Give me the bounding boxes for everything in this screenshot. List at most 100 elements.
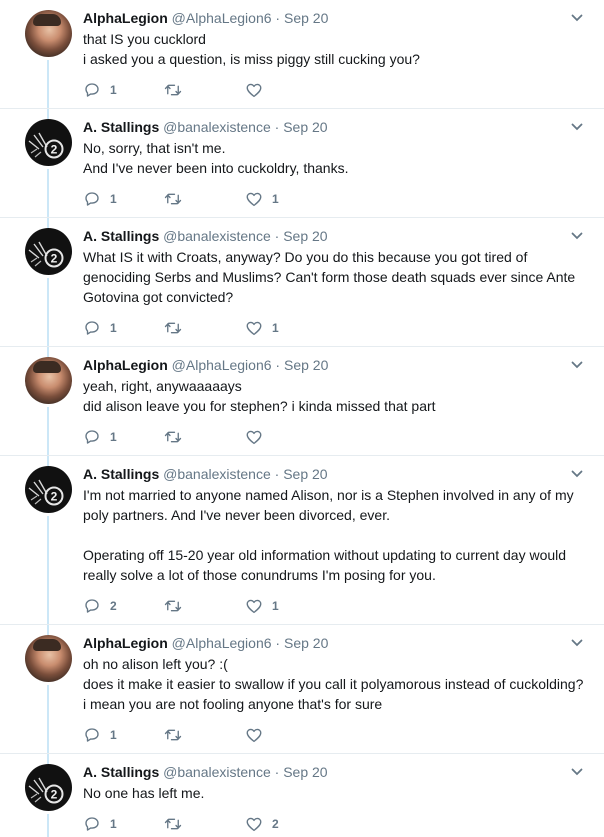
retweet-button[interactable] (163, 814, 192, 834)
tweet-text: oh no alison left you? :( does it make it… (83, 654, 588, 714)
tweet-text-line: oh no alison left you? :( (83, 656, 228, 672)
like-button[interactable]: 1 (245, 596, 279, 616)
tweet[interactable]: 2 A. Stallings @banalexistence · Sep 20 Wh… (0, 218, 604, 347)
author-handle[interactable]: @banalexistence (163, 466, 271, 482)
chevron-down-icon[interactable] (571, 120, 583, 132)
tweet-header: AlphaLegion @AlphaLegion6 · Sep 20 (83, 9, 328, 27)
tweet-date[interactable]: Sep 20 (283, 466, 327, 482)
like-button[interactable]: 1 (245, 189, 279, 209)
tweet[interactable]: AlphaLegion @AlphaLegion6 · Sep 20 yeah, … (0, 347, 604, 456)
chevron-down-icon[interactable] (571, 636, 583, 648)
chevron-down-icon[interactable] (571, 467, 583, 479)
reply-button[interactable]: 1 (83, 814, 117, 834)
retweet-button[interactable] (163, 427, 192, 447)
author-name[interactable]: A. Stallings (83, 764, 159, 780)
like-icon (245, 319, 263, 337)
tweet-date[interactable]: Sep 20 (283, 228, 327, 244)
tweet-header: AlphaLegion @AlphaLegion6 · Sep 20 (83, 356, 328, 374)
retweet-button[interactable] (163, 596, 192, 616)
reply-icon (83, 319, 101, 337)
alpha-avatar[interactable] (25, 10, 72, 57)
author-name[interactable]: AlphaLegion (83, 10, 168, 26)
author-name[interactable]: A. Stallings (83, 466, 159, 482)
retweet-icon (163, 319, 183, 337)
tweet-text-line: i mean you are not fooling anyone that's… (83, 696, 383, 712)
tweet-text-line: I'm not married to anyone named Alison, … (83, 487, 574, 503)
retweet-button[interactable] (163, 725, 192, 745)
retweet-button[interactable] (163, 318, 192, 338)
tweet-date[interactable]: Sep 20 (283, 764, 327, 780)
retweet-icon (163, 81, 183, 99)
stallings-avatar[interactable]: 2 (25, 764, 72, 811)
tweet-date[interactable]: Sep 20 (284, 635, 328, 651)
tweet-text-line: And I've never been into cuckoldry, than… (83, 160, 349, 176)
like-button[interactable] (245, 80, 272, 100)
like-icon (245, 190, 263, 208)
svg-text:2: 2 (51, 252, 58, 266)
like-icon (245, 428, 263, 446)
reply-button[interactable]: 1 (83, 80, 117, 100)
reply-icon (83, 81, 101, 99)
svg-text:2: 2 (51, 490, 58, 504)
tweet-header: A. Stallings @banalexistence · Sep 20 (83, 118, 328, 136)
author-handle[interactable]: @AlphaLegion6 (172, 357, 272, 373)
chevron-down-icon[interactable] (571, 765, 583, 777)
tweet[interactable]: 2 A. Stallings @banalexistence · Sep 20 No… (0, 754, 604, 837)
tweet-text-line: Gotovina got convicted? (83, 289, 234, 305)
like-button[interactable]: 2 (245, 814, 279, 834)
like-button[interactable] (245, 427, 272, 447)
tweet[interactable]: AlphaLegion @AlphaLegion6 · Sep 20 that I… (0, 0, 604, 109)
tweet-date[interactable]: Sep 20 (284, 10, 328, 26)
reply-count: 2 (110, 599, 117, 613)
stallings-avatar[interactable]: 2 (25, 228, 72, 275)
author-name[interactable]: A. Stallings (83, 228, 159, 244)
reply-button[interactable]: 1 (83, 725, 117, 745)
reply-icon (83, 815, 101, 833)
stallings-avatar[interactable]: 2 (25, 466, 72, 513)
reply-button[interactable]: 1 (83, 427, 117, 447)
author-handle[interactable]: @banalexistence (163, 228, 271, 244)
chevron-down-icon[interactable] (571, 229, 583, 241)
tweet-text: that IS you cucklord i asked you a questi… (83, 29, 588, 69)
reply-count: 1 (110, 321, 117, 335)
tweet-text-line: does it make it easier to swallow if you… (83, 676, 584, 692)
tweet-date[interactable]: Sep 20 (283, 119, 327, 135)
tweet-text-line: No, sorry, that isn't me. (83, 140, 226, 156)
reply-button[interactable]: 1 (83, 318, 117, 338)
retweet-icon (163, 597, 183, 615)
reply-button[interactable]: 1 (83, 189, 117, 209)
tweet[interactable]: AlphaLegion @AlphaLegion6 · Sep 20 oh no … (0, 625, 604, 754)
retweet-icon (163, 726, 183, 744)
chevron-down-icon[interactable] (571, 11, 583, 23)
chevron-down-icon[interactable] (571, 358, 583, 370)
like-button[interactable] (245, 725, 272, 745)
retweet-button[interactable] (163, 80, 192, 100)
tweet-header: A. Stallings @banalexistence · Sep 20 (83, 227, 328, 245)
tweet-text-line: No one has left me. (83, 785, 205, 801)
stallings-avatar[interactable]: 2 (25, 119, 72, 166)
like-button[interactable]: 1 (245, 318, 279, 338)
retweet-button[interactable] (163, 189, 192, 209)
like-icon (245, 815, 263, 833)
tweet-text-line: What IS it with Croats, anyway? Do you d… (83, 249, 528, 265)
alpha-avatar[interactable] (25, 357, 72, 404)
tweet-date[interactable]: Sep 20 (284, 357, 328, 373)
author-handle[interactable]: @banalexistence (163, 119, 271, 135)
tweet[interactable]: 2 A. Stallings @banalexistence · Sep 20 No… (0, 109, 604, 218)
like-count: 1 (272, 599, 279, 613)
tweet-text: yeah, right, anywaaaaays did alison leave… (83, 376, 588, 416)
author-handle[interactable]: @AlphaLegion6 (172, 635, 272, 651)
like-count: 1 (272, 192, 279, 206)
alpha-avatar[interactable] (25, 635, 72, 682)
author-name[interactable]: A. Stallings (83, 119, 159, 135)
reply-icon (83, 190, 101, 208)
tweet[interactable]: 2 A. Stallings @banalexistence · Sep 20 I'… (0, 456, 604, 625)
author-name[interactable]: AlphaLegion (83, 635, 168, 651)
reply-button[interactable]: 2 (83, 596, 117, 616)
author-name[interactable]: AlphaLegion (83, 357, 168, 373)
reply-count: 1 (110, 192, 117, 206)
tweet-text-line: Operating off 15-20 year old information… (83, 547, 567, 563)
author-handle[interactable]: @AlphaLegion6 (172, 10, 272, 26)
author-handle[interactable]: @banalexistence (163, 764, 271, 780)
separator-dot: · (271, 10, 284, 26)
